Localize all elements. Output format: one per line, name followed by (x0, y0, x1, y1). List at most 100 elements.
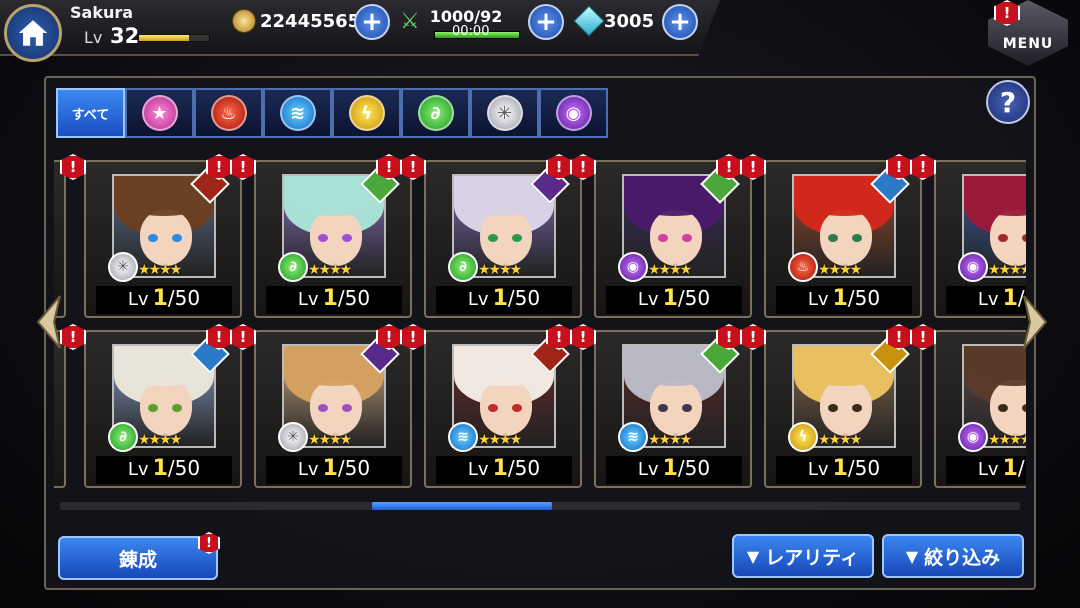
home-icon (18, 20, 48, 46)
home-button[interactable] (4, 4, 62, 62)
chevron-left-icon (36, 295, 61, 349)
star-element-icon: ★ (141, 95, 178, 131)
level-prefix: Lv (297, 459, 319, 480)
tab-fire[interactable]: ♨ (194, 88, 263, 138)
rarity-sort-label: レアリティ (765, 546, 860, 569)
filter-label: 絞り込み (924, 546, 1001, 569)
wind-element-icon: ∂ (448, 252, 478, 282)
unit-card[interactable]: ϟ ★★★★ Lv 1/50!! (740, 324, 922, 488)
unit-card[interactable]: ◉★★★★Lv1/50!! (910, 324, 1026, 488)
level-current: 1 (662, 286, 678, 311)
level-current: 1 (492, 456, 508, 481)
rarity-stars: ★★★★ (818, 262, 862, 278)
add-coins-button[interactable]: + (354, 4, 390, 40)
wind-element-icon: ∂ (417, 95, 454, 131)
help-button[interactable]: ? (986, 80, 1030, 124)
dark-element-icon: ◉ (958, 252, 988, 282)
unit-level: Lv1/50 (606, 456, 742, 484)
filter-button[interactable]: ▼ 絞り込み (882, 534, 1024, 578)
tab-star[interactable]: ★ (125, 88, 194, 138)
stamina-timer: 00:00 (452, 24, 490, 39)
level-max: /50 (507, 286, 541, 310)
level-current: 1 (322, 456, 338, 481)
water-element-icon: ≋ (618, 422, 648, 452)
level-prefix: Lv (127, 459, 149, 480)
level-current: 1 (1002, 456, 1018, 481)
player-level-label: Lv (84, 28, 103, 47)
level-current: 1 (152, 456, 168, 481)
rarity-stars: ★★★★ (818, 432, 862, 448)
refine-button[interactable]: 錬成 (58, 536, 218, 580)
rarity-stars: ★★★★ (138, 262, 182, 278)
element-filter-tabs: すべて ★ ♨ ≋ ϟ ∂ ✳ ◉ (56, 88, 608, 138)
gem-icon (573, 5, 605, 37)
unit-level: Lv1/50 (606, 286, 742, 314)
level-prefix: Lv (297, 289, 319, 310)
unit-level: Lv1/50 (776, 286, 912, 314)
unit-card[interactable]: ≋ ★★★★ Lv 1/50!! (400, 324, 582, 488)
level-current: 1 (662, 456, 678, 481)
rarity-stars: ★★★★ (308, 262, 352, 278)
unit-card-partial[interactable] (54, 330, 66, 488)
level-prefix: Lv (127, 289, 149, 310)
unit-card[interactable]: ≋ ★★★★ Lv 1/50!! (570, 324, 752, 488)
gems-display: 3005 (573, 5, 654, 37)
unit-level: Lv1/50 (436, 286, 572, 314)
level-max: /50 (847, 286, 881, 310)
add-gems-button[interactable]: + (662, 4, 698, 40)
tab-wind[interactable]: ∂ (401, 88, 470, 138)
dark-element-icon: ◉ (958, 422, 988, 452)
question-icon: ? (999, 85, 1017, 119)
unit-card[interactable]: ◉★★★★Lv1/50!! (910, 154, 1026, 318)
unit-card[interactable]: ∂ ★★★★ Lv 1/50!! (230, 154, 412, 318)
wind-element-icon: ∂ (108, 422, 138, 452)
unit-level: Lv1/50 (266, 456, 402, 484)
level-max: /50 (847, 456, 881, 480)
light-element-icon: ✳ (108, 252, 138, 282)
tab-water[interactable]: ≋ (263, 88, 332, 138)
refine-label: 錬成 (118, 548, 157, 571)
unit-card[interactable]: ∂ ★★★★ Lv 1/50!! (60, 324, 242, 488)
player-level: 32 (110, 24, 140, 48)
level-prefix: Lv (637, 289, 659, 310)
thunder-element-icon: ϟ (348, 95, 385, 131)
unit-grid[interactable]: ✳ ★★★★ Lv 1/50!! ∂ ★★★★ Lv 1/50!! ∂ ★★★★ Lv 1/50!! ◉… (54, 148, 1026, 488)
scroll-right-button[interactable] (1014, 292, 1054, 352)
tab-light[interactable]: ✳ (470, 88, 539, 138)
rarity-stars: ★★★★ (478, 262, 522, 278)
plus-icon: + (535, 7, 557, 37)
exp-bar (138, 34, 210, 42)
unit-card[interactable]: ♨ ★★★★ Lv 1/50!! (740, 154, 922, 318)
unit-card[interactable]: ✳ ★★★★ Lv 1/50!! (60, 154, 242, 318)
crossed-swords-icon: ⚔ (400, 8, 420, 34)
level-current: 1 (152, 286, 168, 311)
tab-all[interactable]: すべて (56, 88, 125, 138)
rarity-stars: ★★★★ (988, 432, 1026, 448)
player-name: Sakura (70, 3, 134, 22)
unit-level: Lv1/50 (96, 286, 232, 314)
rarity-stars: ★★★★ (648, 262, 692, 278)
coins-display: 22445565 (232, 6, 360, 36)
rarity-stars: ★★★★ (308, 432, 352, 448)
level-prefix: Lv (807, 289, 829, 310)
tab-thunder[interactable]: ϟ (332, 88, 401, 138)
tab-dark[interactable]: ◉ (539, 88, 608, 138)
light-element-icon: ✳ (486, 95, 523, 131)
rarity-sort-button[interactable]: ▼ レアリティ (732, 534, 874, 578)
scroll-left-button[interactable] (30, 292, 70, 352)
stamina-value: 1000/92 (429, 6, 503, 26)
tab-all-label: すべて (71, 107, 110, 123)
add-stamina-button[interactable]: + (528, 4, 564, 40)
level-prefix: Lv (977, 459, 999, 480)
unit-level: Lv1/50 (946, 456, 1026, 484)
wind-element-icon: ∂ (278, 252, 308, 282)
water-element-icon: ≋ (448, 422, 478, 452)
exp-bar-fill (139, 35, 190, 41)
triangle-down-icon: ▼ (905, 546, 919, 566)
rarity-stars: ★★★★ (648, 432, 692, 448)
unit-card[interactable]: ◉★★★★Lv1/50!! (570, 154, 752, 318)
scrollbar-thumb[interactable] (372, 502, 552, 510)
unit-card[interactable]: ∂ ★★★★ Lv 1/50!! (400, 154, 582, 318)
unit-card[interactable]: ✳ ★★★★ Lv 1/50!! (230, 324, 412, 488)
horizontal-scrollbar[interactable] (60, 502, 1020, 510)
